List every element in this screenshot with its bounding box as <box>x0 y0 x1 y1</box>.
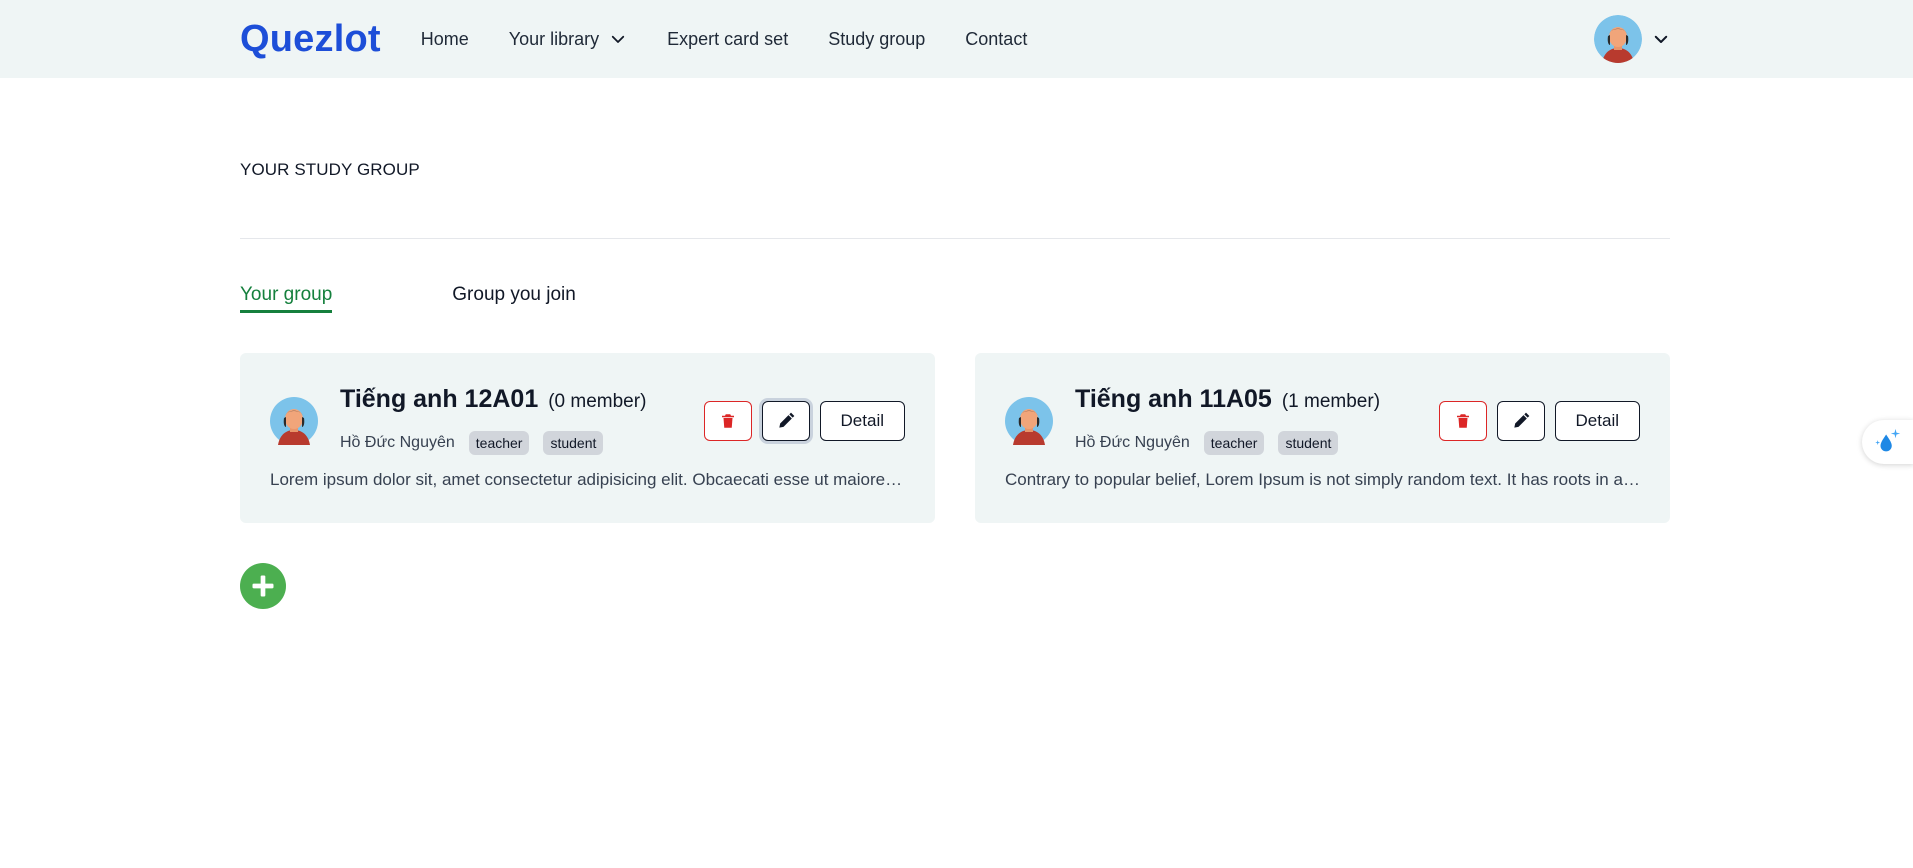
delete-button[interactable] <box>703 401 752 441</box>
nav-contact-label: Contact <box>965 28 1028 49</box>
water-drop-sparkle-icon <box>1875 428 1901 452</box>
role-badge-teacher: teacher <box>468 431 530 455</box>
avatar <box>1594 15 1642 63</box>
navbar-inner: Quezlot Home Your library Expert card se… <box>240 0 1670 78</box>
tab-your-group[interactable]: Your group <box>240 284 333 313</box>
owner-name: Hồ Đức Nguyên <box>340 434 455 451</box>
group-actions: Detail <box>1438 401 1640 441</box>
nav-home-label: Home <box>420 28 469 49</box>
edit-button[interactable] <box>1496 401 1545 441</box>
role-badge-student: student <box>543 431 604 455</box>
group-title-row: Tiếng anh 12A01 (0 member) <box>340 385 646 414</box>
role-badge-teacher: teacher <box>1203 431 1265 455</box>
tab-group-you-join[interactable]: Group you join <box>452 284 576 313</box>
member-count: (1 member) <box>1281 391 1381 412</box>
add-group-button[interactable] <box>240 563 286 609</box>
avatar <box>1005 397 1053 445</box>
owner-name: Hồ Đức Nguyên <box>1075 434 1190 451</box>
delete-button[interactable] <box>1438 401 1487 441</box>
main-nav: Home Your library Expert card set Study … <box>421 29 1028 50</box>
logo[interactable]: Quezlot <box>240 18 381 61</box>
nav-your-library[interactable]: Your library <box>509 29 627 50</box>
role-badge-student: student <box>1278 431 1339 455</box>
group-meta: Hồ Đức Nguyên teacher student <box>340 431 604 455</box>
detail-button[interactable]: Detail <box>1554 401 1640 441</box>
trash-icon <box>721 414 734 428</box>
pencil-icon <box>1513 412 1529 428</box>
nav-your-library-label: Your library <box>508 28 600 49</box>
group-description: Contrary to popular belief, Lorem Ipsum … <box>1005 470 1640 489</box>
group-description: Lorem ipsum dolor sit, amet consectetur … <box>270 470 905 489</box>
avatar <box>270 397 318 445</box>
trash-icon <box>1456 414 1469 428</box>
detail-button[interactable]: Detail <box>819 401 905 441</box>
user-menu[interactable] <box>1594 15 1670 63</box>
nav-home[interactable]: Home <box>421 29 469 50</box>
plus-icon <box>252 575 274 597</box>
group-meta: Hồ Đức Nguyên teacher student <box>1075 431 1339 455</box>
top-navbar: Quezlot Home Your library Expert card se… <box>0 0 1913 78</box>
group-card: Tiếng anh 12A01 (0 member) Hồ Đức Nguyên… <box>240 353 935 523</box>
group-name: Tiếng anh 12A01 <box>340 385 539 413</box>
page-title: YOUR STUDY GROUP <box>240 160 420 179</box>
floating-widget[interactable] <box>1862 420 1913 464</box>
nav-study-group-label: Study group <box>828 28 926 49</box>
divider <box>240 238 1670 239</box>
member-count: (0 member) <box>548 391 647 412</box>
chevron-down-icon <box>1654 35 1668 43</box>
edit-button[interactable] <box>761 401 810 441</box>
group-actions: Detail <box>703 401 905 441</box>
nav-contact[interactable]: Contact <box>965 29 1027 50</box>
group-title-row: Tiếng anh 11A05 (1 member) <box>1075 385 1380 414</box>
nav-study-group[interactable]: Study group <box>828 29 925 50</box>
group-name: Tiếng anh 11A05 <box>1075 385 1272 413</box>
group-tabs: Your group Group you join <box>240 284 576 313</box>
nav-expert-card-set[interactable]: Expert card set <box>667 29 788 50</box>
group-card: Tiếng anh 11A05 (1 member) Hồ Đức Nguyên… <box>975 353 1670 523</box>
nav-expert-card-set-label: Expert card set <box>667 28 789 49</box>
pencil-icon <box>778 412 794 428</box>
chevron-down-icon <box>611 35 625 43</box>
